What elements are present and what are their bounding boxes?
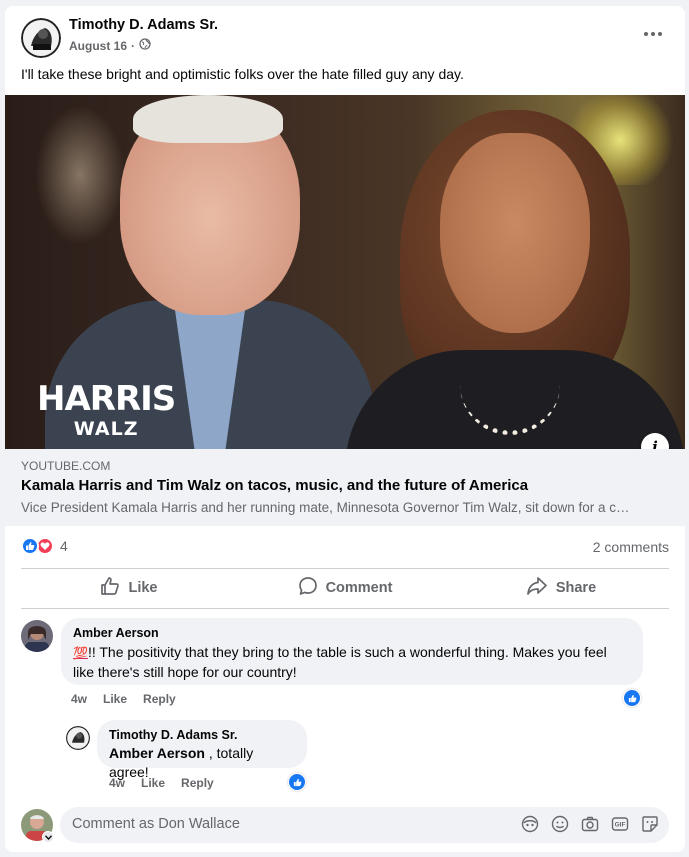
comment-age[interactable]: 4w — [71, 692, 87, 706]
link-title[interactable]: Kamala Harris and Tim Walz on tacos, mus… — [21, 477, 528, 494]
post-text: I'll take these bright and optimistic fo… — [21, 66, 464, 82]
divider — [21, 568, 669, 569]
svg-text:GIF: GIF — [615, 822, 626, 829]
reactions-summary[interactable]: 4 — [21, 537, 68, 555]
share-button[interactable]: Share — [453, 570, 669, 606]
comment-bubble: Amber Aerson 💯!! The positivity that the… — [61, 618, 643, 685]
reply-author[interactable]: Timothy D. Adams Sr. — [109, 728, 295, 742]
share-label: Share — [555, 580, 597, 596]
gif-icon[interactable]: GIF — [611, 815, 629, 833]
share-icon — [526, 576, 548, 600]
post-date[interactable]: August 16 — [69, 39, 127, 53]
comment-text: 💯!! The positivity that they bring to th… — [73, 643, 631, 682]
like-label: Like — [128, 580, 158, 596]
comments-count-link[interactable]: 2 comments — [593, 539, 669, 555]
reply-bubble: Timothy D. Adams Sr. Amber Aerson , tota… — [97, 720, 307, 780]
meta-separator: · — [131, 38, 136, 53]
like-button[interactable]: Like — [21, 570, 237, 606]
divider — [21, 608, 669, 609]
link-info-bar[interactable]: YOUTUBE.COM Kamala Harris and Tim Walz o… — [5, 449, 685, 526]
author-avatar-image — [21, 18, 61, 58]
reply-avatar-image — [66, 726, 90, 750]
commenter-avatar-image — [21, 620, 53, 652]
reply-like-reaction-icon[interactable] — [288, 773, 306, 791]
like-reaction-icon — [21, 537, 39, 555]
action-bar: Like Comment Share — [21, 570, 669, 606]
avatar-sticker-icon[interactable] — [521, 815, 539, 833]
comment-placeholder: Comment as Don Wallace — [72, 816, 240, 832]
more-options-button[interactable] — [641, 22, 665, 46]
comment-like-reaction-icon[interactable] — [623, 689, 641, 707]
sticker-icon[interactable] — [641, 815, 659, 833]
reply-author-avatar[interactable] — [66, 726, 90, 750]
comment-body: !! The positivity that they bring to the… — [73, 644, 607, 680]
reply-reply-link[interactable]: Reply — [181, 776, 214, 790]
camera-icon[interactable] — [581, 815, 599, 833]
comment-icon — [298, 576, 318, 600]
hundred-points-emoji: 💯 — [73, 646, 88, 660]
comment-reply-link[interactable]: Reply — [143, 692, 176, 706]
commenter-avatar[interactable] — [21, 620, 53, 652]
link-description: Vice President Kamala Harris and her run… — [21, 500, 630, 515]
photo-person-right-face — [440, 133, 590, 333]
composer-tools: GIF — [521, 815, 659, 833]
post-card: Timothy D. Adams Sr. August 16 · I'll ta… — [5, 6, 685, 852]
comment-meta: 4w Like Reply — [71, 692, 176, 706]
background-light — [35, 105, 125, 245]
emoji-icon[interactable] — [551, 815, 569, 833]
post-meta: August 16 · — [69, 38, 151, 53]
comment-button[interactable]: Comment — [237, 570, 453, 606]
reaction-count: 4 — [60, 538, 68, 554]
photo-person-left-hair — [133, 95, 283, 143]
logo-line-1: HARRIS — [37, 379, 176, 419]
author-avatar[interactable] — [21, 18, 61, 58]
reply-meta: 4w Like Reply — [109, 776, 214, 790]
logo-line-2: WALZ — [73, 418, 139, 440]
reply-mention[interactable]: Amber Aerson — [109, 745, 205, 761]
chevron-down-icon[interactable] — [42, 831, 54, 843]
link-preview-image[interactable]: HARRIS WALZ — [5, 95, 685, 449]
comment-author[interactable]: Amber Aerson — [73, 626, 631, 640]
post-author-name[interactable]: Timothy D. Adams Sr. — [69, 17, 218, 33]
comment-like-link[interactable]: Like — [103, 692, 127, 706]
link-domain: YOUTUBE.COM — [21, 459, 111, 473]
globe-icon — [139, 38, 151, 53]
more-icon — [644, 32, 662, 36]
reply-like-link[interactable]: Like — [141, 776, 165, 790]
campaign-logo: HARRIS WALZ — [37, 379, 176, 440]
reply-age[interactable]: 4w — [109, 776, 125, 790]
thumb-up-icon — [100, 576, 120, 600]
comment-input[interactable]: Comment as Don Wallace GIF — [60, 807, 669, 843]
comment-label: Comment — [325, 580, 393, 596]
